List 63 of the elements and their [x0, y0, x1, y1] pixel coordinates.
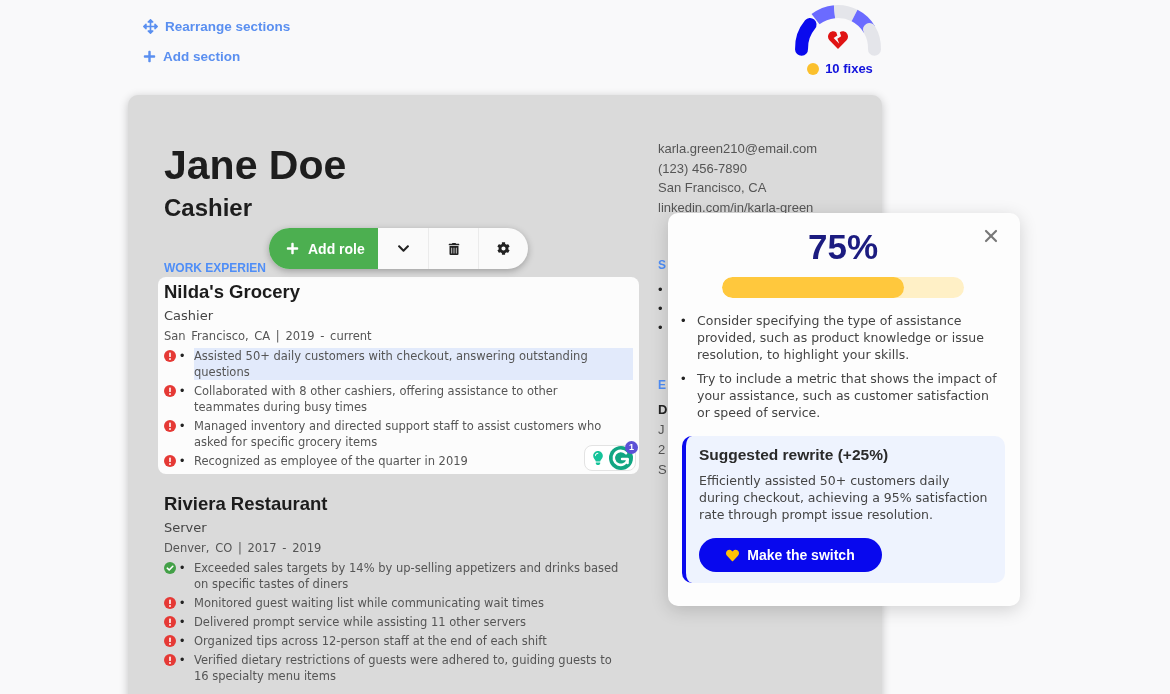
- trash-icon: [447, 242, 460, 255]
- section-heading: WORK EXPERIEN: [164, 262, 266, 275]
- contact-line: San Francisco, CA: [658, 179, 767, 197]
- move-arrows-icon: [143, 18, 158, 34]
- bullet-text[interactable]: Delivered prompt service while assisting 11 other servers: [194, 614, 526, 630]
- bullet-marker: •: [179, 614, 185, 630]
- logo-icon: [609, 446, 633, 470]
- broken-heart-icon: [828, 30, 848, 50]
- bullet-text[interactable]: Exceeded sales targets by 14% by up-selling appetizers and drinks based on specific tastes of diners: [194, 560, 625, 592]
- bullet-marker: •: [179, 418, 185, 434]
- section-heading: S: [658, 259, 666, 272]
- contact-line: linkedin.com/in/karla-green: [658, 198, 814, 217]
- make-the-switch-button[interactable]: Make the switch: [699, 538, 882, 572]
- gear-icon: [497, 242, 510, 255]
- job-location-dates: Denver, CO | 2017 - 2019: [164, 540, 322, 556]
- rewrite-text: Efficiently assisted 50+ customers daily during checkout, achieving a 95% satisfaction rate through prompt issue resolution.: [699, 472, 989, 523]
- plus-icon: [286, 242, 299, 255]
- bullet-marker: •: [658, 300, 663, 318]
- rewrite-title: Suggested rewrite (+25%): [699, 445, 889, 464]
- bullet-marker: •: [179, 453, 185, 469]
- contact-line: (123) 456-7890: [658, 159, 747, 178]
- bullet-marker: •: [179, 348, 185, 364]
- tip-text: Try to include a metric that shows the impact of your assistance, such as customer satisfaction or speed of service.: [697, 370, 998, 421]
- job-entry-card[interactable]: [158, 277, 639, 474]
- add-section-link[interactable]: Add section: [143, 45, 291, 67]
- bullet-text[interactable]: Collaborated with 8 other cashiers, offering assistance to other teammates during busy times: [194, 383, 625, 415]
- heart-icon: [726, 548, 740, 562]
- count-badge: 1: [625, 441, 638, 454]
- bullet-marker: •: [658, 319, 663, 337]
- tip-text: Consider specifying the type of assistance provided, such as product knowledge or issue resolution, to highlight your skills.: [697, 312, 985, 363]
- entry-line: J: [658, 421, 665, 439]
- job-role: Cashier: [164, 307, 213, 325]
- entry-line: 2: [658, 441, 666, 459]
- fixes-count[interactable]: 10 fixes: [825, 61, 873, 77]
- score-value: 75%: [807, 227, 879, 267]
- plus-icon: [143, 49, 156, 63]
- company-name: Nilda's Grocery: [164, 281, 300, 303]
- bullet-text[interactable]: Assisted 50+ daily customers with checkout, answering outstanding questions: [194, 348, 633, 380]
- candidate-name: Jane Doe: [164, 143, 347, 187]
- bullet-text[interactable]: Organized tips across 12-person staff at the end of each shift: [194, 633, 547, 649]
- bullet-text[interactable]: Monitored guest waiting list while communicating wait times: [194, 595, 544, 611]
- entry-line: S: [658, 461, 667, 479]
- bullet-marker: •: [179, 560, 185, 576]
- company-name: Riviera Restaurant: [164, 493, 328, 515]
- job-location-dates: San Francisco, CA | 2019 - current: [164, 328, 372, 344]
- rearrange-sections-link[interactable]: Rearrange sections: [143, 15, 291, 37]
- bullet-marker: •: [179, 595, 185, 611]
- job-role: Server: [164, 519, 207, 537]
- bullet-marker: •: [179, 652, 185, 668]
- contact-line: karla.green210@email.com: [658, 140, 818, 158]
- bullet-text[interactable]: Verified dietary restrictions of guests were adhered to, guiding guests to 16 specialty menu items: [194, 652, 625, 684]
- entry-title: D: [658, 401, 668, 419]
- chevron-down-icon: [396, 242, 410, 255]
- lightbulb-icon: [591, 451, 605, 465]
- tip-marker: •: [681, 370, 687, 388]
- tip-marker: •: [681, 312, 687, 330]
- dot-icon: [807, 63, 820, 75]
- candidate-title: Cashier: [164, 194, 253, 222]
- bullet-marker: •: [179, 633, 185, 649]
- bullet-marker: •: [658, 281, 663, 299]
- bullet-text[interactable]: Recognized as employee of the quarter in 2019: [194, 453, 468, 469]
- section-heading: E: [658, 379, 666, 392]
- bullet-marker: •: [179, 383, 185, 399]
